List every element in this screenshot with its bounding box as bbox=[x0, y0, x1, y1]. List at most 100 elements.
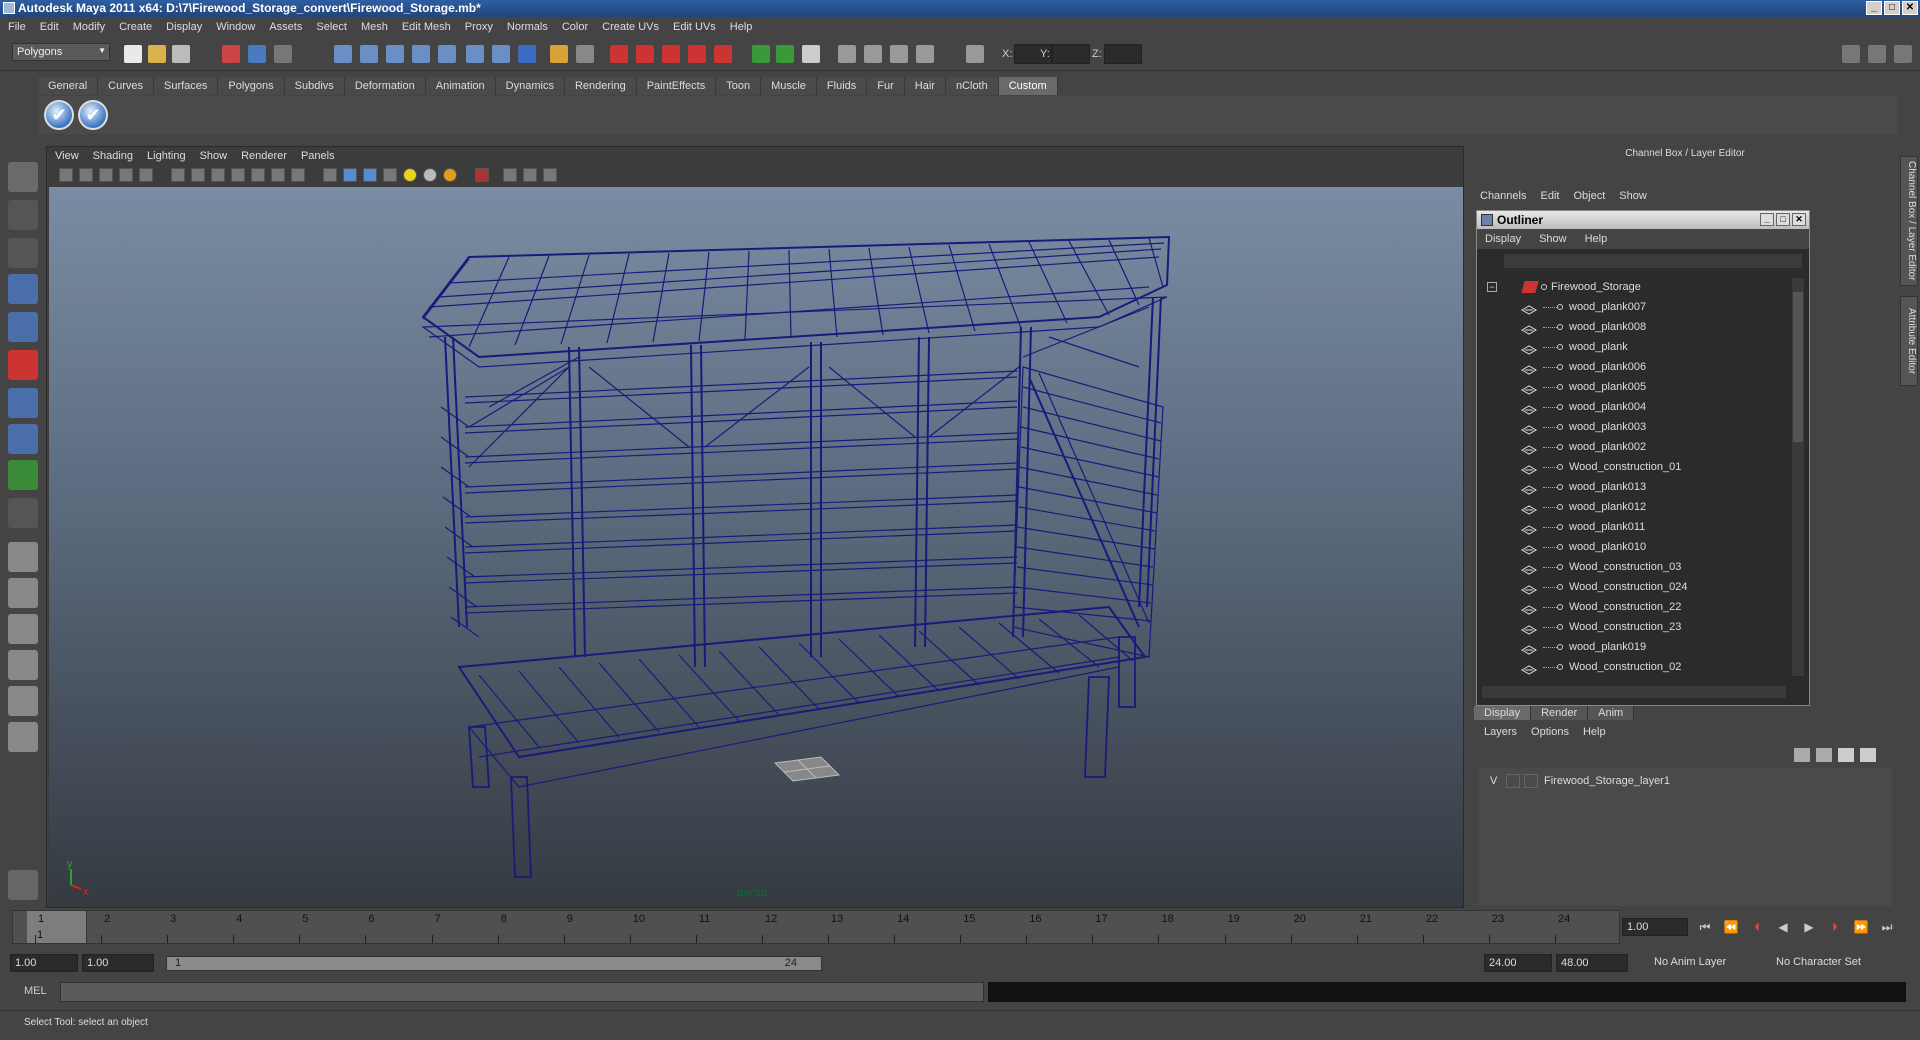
minimize-button[interactable]: _ bbox=[1866, 1, 1882, 15]
check-icon[interactable]: ✔ bbox=[78, 100, 108, 130]
outliner-vertical-scrollbar[interactable] bbox=[1791, 277, 1805, 677]
menu-select[interactable]: Select bbox=[316, 21, 347, 33]
new-empty-layer-icon[interactable] bbox=[1838, 748, 1854, 762]
shelf-tab-deformation[interactable]: Deformation bbox=[344, 77, 426, 95]
maximize-button[interactable]: □ bbox=[1884, 1, 1900, 15]
resolution-gate-icon[interactable] bbox=[191, 168, 205, 182]
shelf-tab-surfaces[interactable]: Surfaces bbox=[153, 77, 219, 95]
menu-help[interactable]: Help bbox=[730, 21, 753, 33]
step-forward-frame-icon[interactable]: ⏵ bbox=[1826, 920, 1844, 936]
paint-select-tool-icon[interactable] bbox=[8, 238, 38, 268]
shelf-tab-general[interactable]: General bbox=[38, 77, 99, 95]
gate-mask-icon[interactable] bbox=[211, 168, 225, 182]
channel-box-toggle-icon[interactable] bbox=[1894, 45, 1912, 63]
outliner-item[interactable]: wood_plank019 bbox=[1481, 637, 1787, 657]
cb-menu-channels[interactable]: Channels bbox=[1480, 190, 1526, 202]
outliner-filter-input[interactable] bbox=[1503, 253, 1803, 269]
outliner-menu-show[interactable]: Show bbox=[1539, 233, 1567, 245]
wireframe-on-shaded-icon[interactable] bbox=[363, 168, 377, 182]
shelf-tab-hair[interactable]: Hair bbox=[904, 77, 946, 95]
open-scene-icon[interactable] bbox=[148, 45, 166, 63]
field-chart-icon[interactable] bbox=[231, 168, 245, 182]
close-button[interactable]: ✕ bbox=[1902, 1, 1918, 15]
outliner-item[interactable]: Wood_construction_01 bbox=[1481, 457, 1787, 477]
construction-history-icon[interactable] bbox=[492, 45, 510, 63]
render-settings-icon[interactable] bbox=[662, 45, 680, 63]
outliner-menu-help[interactable]: Help bbox=[1585, 233, 1608, 245]
layer-row[interactable]: V Firewood_Storage_layer1 bbox=[1484, 772, 1886, 790]
layer-tab-render[interactable]: Render bbox=[1531, 706, 1589, 720]
go-to-start-icon[interactable]: ⏮ bbox=[1696, 920, 1714, 936]
modeling-toolkit-icon[interactable] bbox=[838, 45, 856, 63]
help-icon[interactable] bbox=[518, 45, 536, 63]
render-view-icon[interactable] bbox=[714, 45, 732, 63]
play-forward-icon[interactable]: ▶ bbox=[1800, 920, 1818, 936]
snap-plane-icon[interactable] bbox=[412, 45, 430, 63]
current-frame-marker[interactable] bbox=[27, 911, 87, 943]
outliner-item[interactable]: Wood_construction_22 bbox=[1481, 597, 1787, 617]
menu-color[interactable]: Color bbox=[562, 21, 588, 33]
outliner-item[interactable]: wood_plank008 bbox=[1481, 317, 1787, 337]
outliner-titlebar[interactable]: Outliner _ □ ✕ bbox=[1477, 211, 1809, 229]
outliner-menu-display[interactable]: Display bbox=[1485, 233, 1521, 245]
outliner-item[interactable]: wood_plank004 bbox=[1481, 397, 1787, 417]
shelf-tab-polygons[interactable]: Polygons bbox=[218, 77, 285, 95]
anim-layout-icon[interactable] bbox=[8, 722, 38, 752]
manipulator-tool-icon[interactable] bbox=[8, 388, 38, 418]
anim-end-field[interactable]: 48.00 bbox=[1556, 954, 1628, 972]
smooth-shade-icon[interactable] bbox=[343, 168, 357, 182]
absolute-transform-icon[interactable] bbox=[966, 45, 984, 63]
snap-grid-icon[interactable] bbox=[334, 45, 352, 63]
range-bar[interactable]: 1 24 bbox=[166, 956, 822, 971]
safe-title-icon[interactable] bbox=[271, 168, 285, 182]
render-icon[interactable] bbox=[610, 45, 628, 63]
select-hierarchy-icon[interactable] bbox=[222, 45, 240, 63]
outliner-item[interactable]: Wood_construction_23 bbox=[1481, 617, 1787, 637]
time-slider[interactable]: 1 1 2 3 4 5 6 7 8 9 10 11 12 13 14 15 16 17 18 19 20 21 22 23 2… bbox=[12, 910, 1620, 944]
texture-icon[interactable] bbox=[291, 168, 305, 182]
panel-menu-show[interactable]: Show bbox=[200, 150, 228, 162]
shadows-icon[interactable] bbox=[443, 168, 457, 182]
single-pane-layout-icon[interactable] bbox=[8, 542, 38, 572]
frame-all-icon[interactable] bbox=[523, 168, 537, 182]
cb-menu-edit[interactable]: Edit bbox=[1540, 190, 1559, 202]
character-set-dropdown[interactable]: No Character Set bbox=[1772, 954, 1882, 972]
outliner-layout-icon[interactable] bbox=[8, 614, 38, 644]
xray-icon[interactable] bbox=[383, 168, 397, 182]
viewport-persp[interactable]: y x persp bbox=[49, 187, 1463, 907]
soft-mod-tool-icon[interactable] bbox=[8, 424, 38, 454]
outliner-close-button[interactable]: ✕ bbox=[1792, 213, 1806, 226]
lasso-tool-icon[interactable] bbox=[8, 200, 38, 230]
share-icon[interactable] bbox=[543, 168, 557, 182]
panel-menu-lighting[interactable]: Lighting bbox=[147, 150, 186, 162]
move-layer-up-icon[interactable] bbox=[1794, 748, 1810, 762]
select-object-icon[interactable] bbox=[248, 45, 266, 63]
shelf-tab-animation[interactable]: Animation bbox=[425, 77, 496, 95]
shelf-tab-fur[interactable]: Fur bbox=[867, 77, 905, 95]
menu-create[interactable]: Create bbox=[119, 21, 152, 33]
menu-file[interactable]: File bbox=[8, 21, 26, 33]
menu-edit-mesh[interactable]: Edit Mesh bbox=[402, 21, 451, 33]
output-ops-icon[interactable] bbox=[776, 45, 794, 63]
menu-edit[interactable]: Edit bbox=[40, 21, 59, 33]
current-time-field[interactable]: 1.00 bbox=[1622, 918, 1688, 936]
z-field[interactable] bbox=[1104, 44, 1142, 64]
wireframe-icon[interactable] bbox=[323, 168, 337, 182]
safe-action-icon[interactable] bbox=[251, 168, 265, 182]
isolate-select-icon[interactable] bbox=[475, 168, 489, 182]
four-pane-layout-icon[interactable] bbox=[8, 578, 38, 608]
image-plane-icon[interactable] bbox=[119, 168, 133, 182]
outliner-maximize-button[interactable]: □ bbox=[1776, 213, 1790, 226]
cb-menu-show[interactable]: Show bbox=[1619, 190, 1647, 202]
panel-menu-shading[interactable]: Shading bbox=[93, 150, 133, 162]
layer-name[interactable]: Firewood_Storage_layer1 bbox=[1544, 772, 1670, 790]
shelf-tab-painteffects[interactable]: PaintEffects bbox=[636, 77, 717, 95]
default-light-icon[interactable] bbox=[403, 168, 417, 182]
layer-menu-options[interactable]: Options bbox=[1531, 726, 1569, 738]
outliner-minimize-button[interactable]: _ bbox=[1760, 213, 1774, 226]
outliner-item[interactable]: wood_plank006 bbox=[1481, 357, 1787, 377]
outliner-item[interactable]: wood_plank007 bbox=[1481, 297, 1787, 317]
menu-edit-uvs[interactable]: Edit UVs bbox=[673, 21, 716, 33]
menu-modify[interactable]: Modify bbox=[73, 21, 105, 33]
menu-assets[interactable]: Assets bbox=[269, 21, 302, 33]
